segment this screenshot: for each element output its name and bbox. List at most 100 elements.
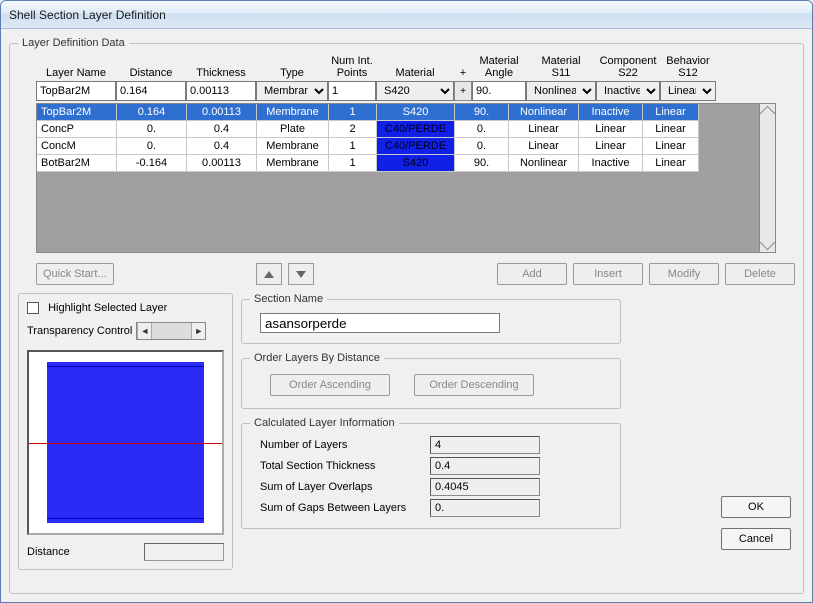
cell-name: ConcM — [37, 138, 117, 155]
cell-s22: Inactive — [579, 155, 643, 172]
select-s11[interactable]: Nonlinear — [526, 81, 596, 101]
cell-name: TopBar2M — [37, 104, 117, 121]
grid-scrollbar[interactable] — [759, 104, 775, 252]
transparency-label: Transparency Control — [27, 325, 132, 337]
select-material[interactable]: S420 — [376, 81, 454, 101]
cell-type: Membrane — [257, 104, 329, 121]
totalthick-label: Total Section Thickness — [260, 460, 430, 472]
cell-distance: 0. — [117, 121, 187, 138]
calc-info-group: Calculated Layer Information Number of L… — [241, 417, 621, 529]
input-layer-name[interactable] — [36, 81, 116, 101]
hdr-angle: Material Angle — [472, 55, 526, 79]
highlight-checkbox[interactable] — [27, 302, 39, 314]
section-name-input[interactable] — [260, 313, 500, 333]
hdr-s11: Material S11 — [526, 55, 596, 79]
gaps-value: 0. — [430, 499, 540, 517]
spinner-track[interactable] — [151, 323, 191, 339]
material-add-button[interactable]: + — [454, 81, 472, 101]
input-numint[interactable] — [328, 81, 376, 101]
cell-material: S420 — [377, 155, 455, 172]
dialog-window: Shell Section Layer Definition Layer Def… — [0, 0, 813, 603]
titlebar[interactable]: Shell Section Layer Definition — [1, 1, 812, 29]
cell-numint: 1 — [329, 138, 377, 155]
cell-s22: Linear — [579, 121, 643, 138]
cell-material: C40/PERDE — [377, 121, 455, 138]
cell-s11: Nonlinear — [509, 104, 579, 121]
cell-thickness: 0.00113 — [187, 104, 257, 121]
hdr-type: Type — [256, 55, 328, 79]
lower-area: Highlight Selected Layer Transparency Co… — [18, 293, 795, 570]
right-column: Section Name Order Layers By Distance Or… — [241, 293, 795, 570]
table-row[interactable]: BotBar2M-0.1640.00113Membrane1S42090.Non… — [37, 155, 759, 172]
table-row[interactable]: ConcP0.0.4Plate2C40/PERDE0.LinearLinearL… — [37, 121, 759, 138]
arrow-up-icon — [264, 271, 274, 278]
overlaps-value: 0.4045 — [430, 478, 540, 496]
section-name-legend: Section Name — [250, 293, 327, 305]
layer-grid[interactable]: TopBar2M0.1640.00113Membrane1S42090.Nonl… — [36, 103, 776, 253]
layer-definition-group: Layer Definition Data Layer Name Distanc… — [9, 37, 804, 594]
preview-bot-bar — [47, 518, 204, 519]
cell-numint: 1 — [329, 155, 377, 172]
calc-info-legend: Calculated Layer Information — [250, 417, 399, 429]
numlayers-label: Number of Layers — [260, 439, 430, 451]
cell-distance: 0. — [117, 138, 187, 155]
spinner-right-icon: ► — [191, 323, 205, 339]
cell-s11: Linear — [509, 138, 579, 155]
highlight-label: Highlight Selected Layer — [48, 302, 167, 314]
distance-readout-label: Distance — [27, 546, 70, 558]
move-down-button[interactable] — [288, 263, 314, 285]
cell-material: S420 — [377, 104, 455, 121]
cell-s11: Linear — [509, 121, 579, 138]
insert-button[interactable]: Insert — [573, 263, 643, 285]
totalthick-value: 0.4 — [430, 457, 540, 475]
cell-thickness: 0.4 — [187, 121, 257, 138]
add-button[interactable]: Add — [497, 263, 567, 285]
cell-distance: 0.164 — [117, 104, 187, 121]
spinner-left-icon: ◄ — [137, 323, 151, 339]
table-row[interactable]: ConcM0.0.4Membrane1C40/PERDE0.LinearLine… — [37, 138, 759, 155]
hdr-name: Layer Name — [36, 55, 116, 79]
modify-button[interactable]: Modify — [649, 263, 719, 285]
column-headers: Layer Name Distance Thickness Type Num I… — [36, 55, 795, 79]
dialog-buttons: OK Cancel — [721, 496, 791, 550]
hdr-distance: Distance — [116, 55, 186, 79]
transparency-row: Transparency Control ◄ ► — [27, 322, 224, 340]
layer-definition-legend: Layer Definition Data — [18, 37, 129, 49]
input-thickness[interactable] — [186, 81, 256, 101]
delete-button[interactable]: Delete — [725, 263, 795, 285]
select-s12[interactable]: Linear — [660, 81, 716, 101]
arrow-down-icon — [296, 271, 306, 278]
grid-actions: Quick Start... Add Insert Modify Delete — [36, 263, 795, 285]
transparency-spinner[interactable]: ◄ ► — [136, 322, 206, 340]
cell-name: ConcP — [37, 121, 117, 138]
overlaps-label: Sum of Layer Overlaps — [260, 481, 430, 493]
cell-angle: 90. — [455, 155, 509, 172]
ok-button[interactable]: OK — [721, 496, 791, 518]
order-group: Order Layers By Distance Order Ascending… — [241, 352, 621, 409]
preview-group: Highlight Selected Layer Transparency Co… — [18, 293, 233, 570]
distance-readout-row: Distance — [27, 543, 224, 561]
highlight-row: Highlight Selected Layer — [27, 302, 224, 314]
cancel-button[interactable]: Cancel — [721, 528, 791, 550]
cell-s11: Nonlinear — [509, 155, 579, 172]
order-ascending-button[interactable]: Order Ascending — [270, 374, 390, 396]
quick-start-button[interactable]: Quick Start... — [36, 263, 114, 285]
cell-type: Membrane — [257, 138, 329, 155]
cell-angle: 0. — [455, 121, 509, 138]
cell-distance: -0.164 — [117, 155, 187, 172]
numlayers-value: 4 — [430, 436, 540, 454]
input-distance[interactable] — [116, 81, 186, 101]
input-angle[interactable] — [472, 81, 526, 101]
cell-s22: Linear — [579, 138, 643, 155]
hdr-s22: Component S22 — [596, 55, 660, 79]
preview-top-bar — [47, 366, 204, 367]
hdr-s12: Behavior S12 — [660, 55, 716, 79]
cell-name: BotBar2M — [37, 155, 117, 172]
order-descending-button[interactable]: Order Descending — [414, 374, 534, 396]
select-s22[interactable]: Inactive — [596, 81, 660, 101]
hdr-numint: Num Int. Points — [328, 55, 376, 79]
table-row[interactable]: TopBar2M0.1640.00113Membrane1S42090.Nonl… — [37, 104, 759, 121]
move-up-button[interactable] — [256, 263, 282, 285]
select-type[interactable]: Membrane — [256, 81, 328, 101]
gaps-label: Sum of Gaps Between Layers — [260, 502, 430, 514]
